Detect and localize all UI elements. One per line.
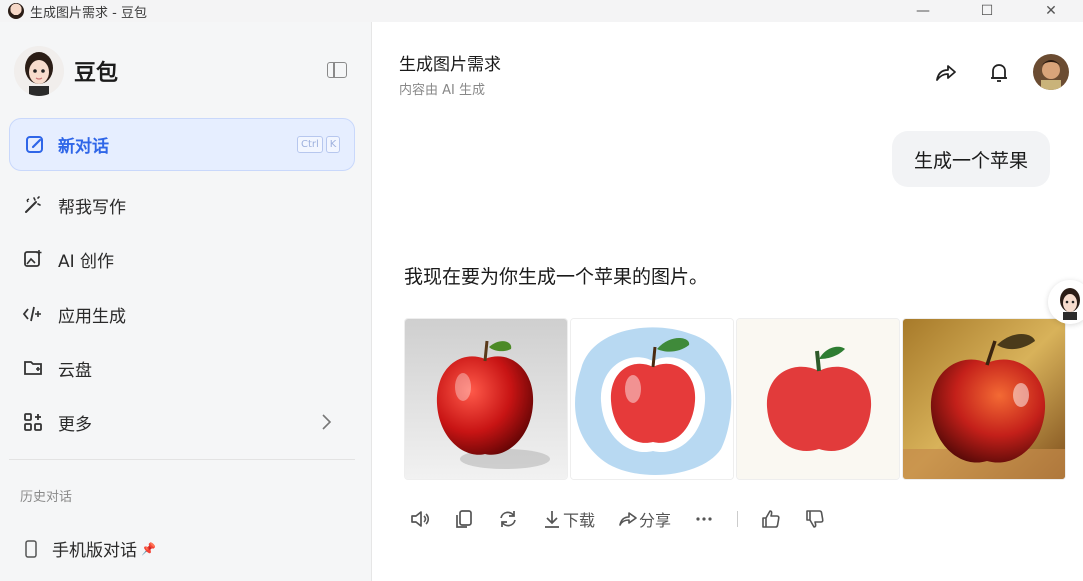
download-button[interactable]: 下载 [541, 507, 595, 531]
copy-button[interactable] [453, 508, 475, 530]
message-actions: 下载 分享 [409, 506, 848, 532]
read-aloud-button[interactable] [409, 508, 431, 530]
assistant-message: 我现在要为你生成一个苹果的图片。 [404, 266, 709, 288]
history-section-title: 历史对话 [20, 490, 73, 505]
window-titlebar: 生成图片需求 - 豆包 — ☐ ✕ [0, 0, 1083, 22]
bell-icon[interactable] [986, 60, 1012, 86]
refresh-icon [500, 511, 516, 527]
sidebar-item-label: 应用生成 [58, 306, 126, 327]
brand-name: 豆包 [74, 61, 119, 86]
user-avatar[interactable] [1033, 54, 1069, 90]
sidebar-item-label: 更多 [58, 414, 92, 435]
app-logo-icon [8, 3, 24, 19]
shortcut-hint: Ctrl K [294, 136, 341, 153]
sidebar-item-ai-create[interactable]: AI 创作 [22, 245, 114, 273]
edit-icon [26, 135, 43, 153]
minimize-button[interactable]: — [891, 0, 955, 22]
sidebar-item-app-gen[interactable]: 应用生成 [22, 300, 126, 328]
code-icon [22, 306, 41, 322]
more-options-button[interactable] [693, 508, 715, 530]
speaker-icon [411, 511, 430, 527]
generated-images [404, 318, 1068, 480]
grid-icon [24, 413, 42, 431]
window-title: 生成图片需求 - 豆包 [30, 5, 147, 21]
user-message: 生成一个苹果 [892, 131, 1051, 187]
copy-icon [456, 510, 472, 528]
sidebar-divider [9, 459, 355, 460]
like-button[interactable] [760, 508, 782, 530]
generated-image-4[interactable] [902, 318, 1066, 480]
sidebar-item-label: AI 创作 [58, 251, 115, 272]
phone-icon [25, 539, 37, 558]
shortcut-key-ctrl: Ctrl [297, 136, 323, 153]
history-item[interactable]: 手机版对话 📌 [24, 536, 156, 561]
maximize-button[interactable]: ☐ [955, 0, 1019, 22]
thumbs-up-icon [762, 510, 780, 528]
doubao-avatar [14, 46, 64, 96]
sidebar-item-writing[interactable]: 帮我写作 [22, 191, 126, 219]
history-item-label: 手机版对话 [52, 541, 137, 561]
share-icon[interactable] [933, 60, 959, 86]
chat-panel: 生成图片需求 内容由 AI 生成 生成一个苹果 我现在要为你生成一个苹果的图片。 [373, 22, 1083, 581]
regenerate-button[interactable] [497, 508, 519, 530]
writing-icon [25, 196, 41, 213]
generated-image-3[interactable] [736, 318, 900, 480]
close-button[interactable]: ✕ [1019, 0, 1083, 22]
sidebar-item-label: 帮我写作 [58, 197, 126, 218]
collapse-sidebar-icon[interactable] [327, 62, 347, 78]
sidebar-item-more[interactable]: 更多 [22, 408, 92, 436]
chat-subtitle: 内容由 AI 生成 [399, 83, 485, 98]
sidebar-item-label: 云盘 [58, 360, 92, 381]
cloud-drive-icon [24, 361, 42, 375]
brand-profile: 豆包 [14, 46, 118, 96]
chat-title: 生成图片需求 [399, 55, 501, 75]
download-icon [545, 511, 559, 528]
generated-image-1[interactable] [404, 318, 568, 480]
action-separator [737, 511, 739, 527]
share-label: 分享 [639, 511, 672, 530]
thumbs-down-icon [806, 510, 824, 528]
chevron-right-icon[interactable] [320, 412, 334, 432]
new-chat-button[interactable]: 新对话 Ctrl K [9, 118, 355, 171]
download-label: 下载 [563, 511, 596, 530]
share-action-button[interactable]: 分享 [617, 507, 671, 531]
share-icon [619, 512, 637, 526]
more-icon [696, 517, 712, 521]
sidebar-item-cloud-drive[interactable]: 云盘 [22, 354, 92, 382]
pin-icon: 📌 [141, 541, 156, 556]
generated-image-2[interactable] [570, 318, 734, 480]
new-chat-label: 新对话 [58, 137, 109, 157]
image-create-icon [24, 250, 42, 267]
dislike-button[interactable] [804, 508, 826, 530]
sidebar: 豆包 新对话 Ctrl K 帮我写作 AI 创作 应用生成 云盘 更多 历史对话… [0, 22, 372, 581]
shortcut-key-k: K [325, 136, 341, 153]
